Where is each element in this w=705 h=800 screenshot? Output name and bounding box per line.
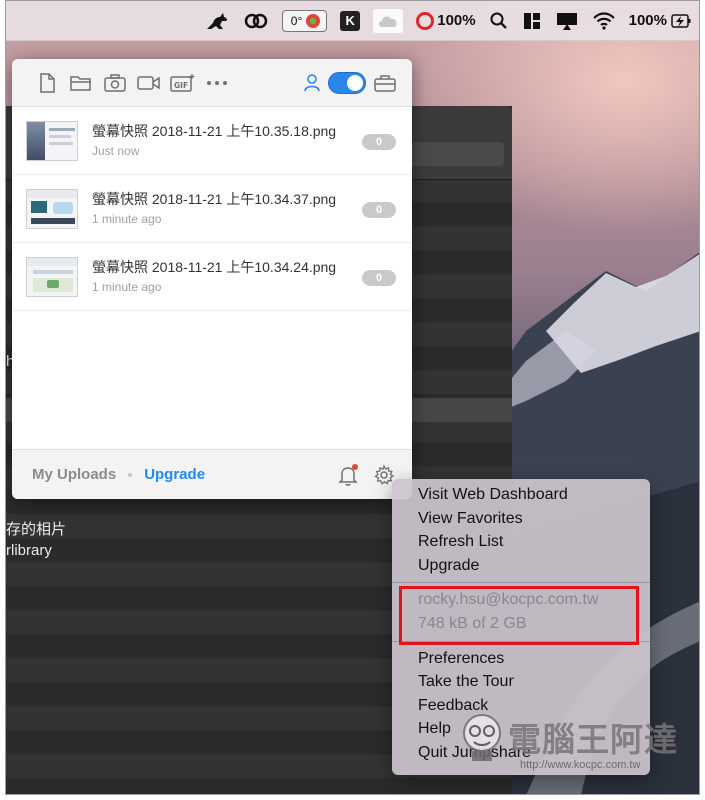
user-icon[interactable] — [304, 73, 320, 92]
battery-monitor-value: 100% — [437, 12, 476, 29]
file-name: 螢幕快照 2018-11-21 上午10.34.37.png — [92, 190, 337, 207]
battery-monitor-widget[interactable]: 100% — [416, 10, 476, 32]
my-uploads-link[interactable]: My Uploads — [32, 466, 116, 483]
spotlight-search-icon[interactable] — [489, 10, 509, 32]
video-icon[interactable] — [132, 68, 166, 98]
site-watermark: 電腦王阿達 http://www.kocpc.com.tw — [460, 697, 699, 777]
file-name: 螢幕快照 2018-11-21 上午10.34.24.png — [92, 258, 337, 275]
settings-gear-icon[interactable] — [374, 464, 394, 485]
notifications-bell-icon[interactable] — [338, 463, 358, 486]
briefcase-icon[interactable] — [374, 74, 396, 92]
file-thumbnail — [26, 256, 78, 297]
watermark-text: 電腦王阿達 — [508, 720, 678, 759]
view-count-badge: 0 — [362, 270, 396, 286]
more-icon[interactable] — [200, 68, 234, 98]
gif-icon-label: GIF — [174, 81, 188, 90]
notification-dot — [352, 463, 358, 470]
panel-toolbar-right — [304, 71, 412, 94]
k-app-icon[interactable]: K — [340, 10, 361, 32]
new-file-icon[interactable] — [30, 68, 64, 98]
temperature-value: 0° — [290, 13, 303, 28]
upgrade-link[interactable]: Upgrade — [144, 466, 205, 483]
highlight-annotation-box — [399, 586, 639, 645]
creative-cloud-icon[interactable] — [243, 10, 269, 32]
folder-icon[interactable] — [64, 68, 98, 98]
file-time: 1 minute ago — [92, 211, 162, 226]
file-row[interactable]: 螢幕快照 2018-11-21 上午10.35.18.png Just now … — [12, 107, 412, 175]
watermark-url: http://www.kocpc.com.tw — [520, 759, 641, 771]
menu-separator — [392, 582, 650, 584]
file-time: 1 minute ago — [92, 279, 162, 294]
file-row[interactable]: 螢幕快照 2018-11-21 上午10.34.24.png 1 minute … — [12, 243, 412, 311]
screen: h 存的相片 rlibrary 0° K 100% 100% GIF 螢幕快照 … — [5, 0, 700, 795]
file-thumbnail — [26, 120, 78, 161]
cloud-sync-icon[interactable] — [373, 8, 404, 33]
jumpshare-kangaroo-icon[interactable] — [204, 10, 230, 32]
file-row[interactable]: 螢幕快照 2018-11-21 上午10.34.37.png 1 minute … — [12, 175, 412, 243]
battery-percent: 100% — [628, 12, 667, 29]
ring-icon — [416, 11, 435, 30]
airplay-display-icon[interactable] — [555, 10, 579, 32]
file-name: 螢幕快照 2018-11-21 上午10.35.18.png — [92, 122, 337, 139]
battery-status[interactable]: 100% — [629, 10, 691, 32]
background-label-library: rlibrary — [6, 542, 52, 559]
menu-item-visit-web-dashboard[interactable]: Visit Web Dashboard — [392, 483, 650, 507]
panel-toolbar: GIF — [12, 59, 412, 107]
menu-item-refresh-list[interactable]: Refresh List — [392, 530, 650, 554]
jumpshare-panel: GIF 螢幕快照 2018-11-21 上午10.35.18.png Just … — [12, 59, 412, 499]
temperature-widget[interactable]: 0° — [281, 9, 328, 32]
wifi-icon[interactable] — [592, 10, 616, 32]
battery-charging-icon — [671, 13, 691, 28]
menu-item-upgrade[interactable]: Upgrade — [392, 554, 650, 578]
account-toggle-switch[interactable] — [328, 71, 366, 94]
status-dot-icon — [306, 13, 321, 28]
background-label-photos: 存的相片 — [6, 521, 67, 538]
menu-item-preferences[interactable]: Preferences — [392, 647, 650, 671]
menu-item-take-the-tour[interactable]: Take the Tour — [392, 670, 650, 694]
camera-icon[interactable] — [98, 68, 132, 98]
mascot-logo-icon — [463, 714, 501, 761]
menu-item-view-favorites[interactable]: View Favorites — [392, 507, 650, 531]
file-time: Just now — [92, 143, 140, 158]
menu-bar: 0° K 100% 100% — [6, 1, 699, 41]
view-count-badge: 0 — [362, 134, 396, 150]
view-count-badge: 0 — [362, 202, 396, 218]
gif-icon[interactable]: GIF — [166, 68, 200, 98]
window-layout-icon[interactable] — [522, 10, 542, 32]
footer-separator-dot — [128, 472, 133, 477]
file-thumbnail — [26, 188, 78, 229]
panel-footer: My Uploads Upgrade — [12, 449, 412, 499]
